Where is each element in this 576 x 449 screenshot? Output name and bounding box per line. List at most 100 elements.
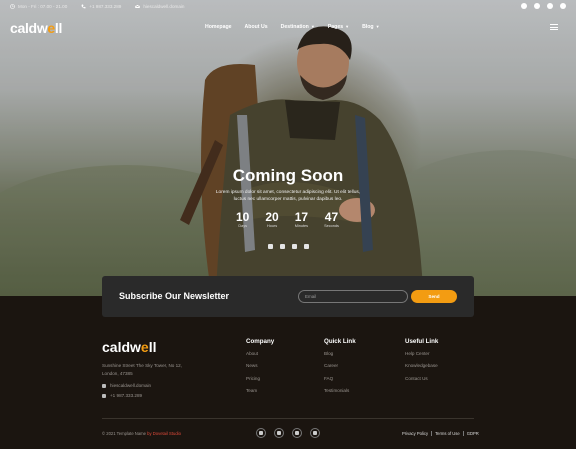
countdown-timer: 10 Days 20 Hours 17 Minutes 47 Seconds [236, 210, 339, 229]
nav-label: Pages [327, 24, 344, 30]
newsletter-send-button[interactable]: Send [411, 290, 457, 303]
chevron-down-icon: ▼ [310, 24, 315, 29]
footer-col-useful-link: Useful Link Help Center Knowledgebase Co… [405, 338, 438, 388]
logo-text-accent: e [47, 20, 55, 36]
hero-background [0, 0, 576, 296]
mail-icon [135, 4, 141, 8]
hours-text: Mon - Fri : 07.00 - 21.00 [18, 3, 68, 9]
footer-phone-text: +1 987.333.289 [110, 393, 143, 398]
newsletter-email-input[interactable] [298, 290, 408, 303]
newsletter-box: Subscribe Our Newsletter Send [102, 276, 474, 317]
footer-link[interactable]: Testimonials [324, 388, 356, 393]
twitter-icon[interactable] [534, 3, 540, 9]
site-logo[interactable]: caldwell [10, 20, 62, 36]
countdown-label: Hours [266, 224, 278, 228]
footer-divider [102, 418, 474, 419]
youtube-icon[interactable] [280, 244, 285, 249]
footer-phone[interactable]: +1 987.333.289 [102, 393, 142, 398]
main-nav: caldwell Homepage About Us Destination ▼ … [0, 14, 576, 42]
footer-col-title: Company [246, 338, 275, 345]
twitter-icon[interactable] [274, 428, 284, 438]
copyright-text: © 2021 Template Name [102, 431, 146, 436]
clock-icon [10, 3, 15, 9]
footer-link[interactable]: FAQ [324, 376, 356, 381]
nav-item-about[interactable]: About Us [245, 24, 268, 30]
copyright-brand-link[interactable]: by Dovetail Studio [147, 431, 181, 436]
gdpr-link[interactable]: GDPR [464, 431, 482, 436]
terms-of-use-link[interactable]: Terms of Use [432, 431, 464, 436]
youtube-icon[interactable] [292, 428, 302, 438]
twitter-icon[interactable] [304, 244, 309, 249]
footer-email-text: hiescaldwell.domain [110, 383, 152, 388]
countdown-value: 17 [294, 210, 309, 224]
chevron-down-icon: ▼ [375, 24, 380, 29]
linkedin-icon[interactable] [310, 428, 320, 438]
footer-link[interactable]: Help Center [405, 351, 438, 356]
legal-links: Privacy Policy Terms of Use GDPR [402, 431, 482, 436]
nav-label: Blog [362, 24, 374, 30]
nav-item-blog[interactable]: Blog ▼ [362, 24, 380, 30]
footer-col-title: Useful Link [405, 338, 439, 345]
logo-text-post: ll [148, 339, 157, 355]
youtube-icon[interactable] [560, 3, 566, 9]
privacy-policy-link[interactable]: Privacy Policy [402, 431, 433, 436]
chevron-down-icon: ▼ [345, 24, 350, 29]
nav-item-destination[interactable]: Destination ▼ [281, 24, 315, 30]
hamburger-menu-icon[interactable] [550, 24, 558, 30]
footer-link[interactable]: Career [324, 363, 356, 368]
hero-description: Lorem ipsum dolor sit amet, consectetur … [215, 190, 361, 202]
footer-address: Sunshine Street The Sky Tower, No 12, Lo… [102, 363, 183, 376]
logo-text-post: ll [54, 20, 63, 36]
footer-link[interactable]: Team [246, 388, 274, 393]
footer-logo[interactable]: caldwell [102, 339, 156, 355]
phone-icon [81, 4, 86, 8]
footer-col-title: Quick Link [324, 338, 356, 345]
facebook-icon[interactable] [268, 244, 273, 249]
nav-label: Destination [280, 24, 309, 30]
linkedin-icon[interactable] [292, 244, 297, 249]
phone-info[interactable]: +1 987.333.289 [81, 4, 121, 9]
footer-email[interactable]: hiescaldwell.domain [102, 383, 151, 388]
countdown-value: 20 [265, 210, 279, 224]
email-text: hiescaldwell.domain [143, 3, 185, 9]
mail-icon [102, 383, 106, 388]
footer-link[interactable]: Blog [324, 351, 356, 356]
countdown-days: 10 Days [236, 210, 250, 229]
logo-text-accent: e [140, 339, 149, 355]
nav-item-pages[interactable]: Pages ▼ [328, 24, 349, 30]
hours-info: Mon - Fri : 07.00 - 21.00 [10, 4, 67, 9]
footer-link[interactable]: Knowledgebase [405, 363, 438, 368]
email-info[interactable]: hiescaldwell.domain [135, 4, 184, 9]
nav-label: About Us [244, 24, 268, 30]
top-bar: Mon - Fri : 07.00 - 21.00 +1 987.333.289… [0, 0, 576, 12]
hero-socials [268, 244, 309, 249]
footer-col-company: Company About News Pricing Team [246, 338, 274, 400]
hero-title: Coming Soon [232, 166, 344, 185]
logo-text-pre: caldw [10, 20, 48, 36]
topbar-socials [521, 3, 566, 9]
instagram-icon[interactable] [547, 3, 553, 9]
copyright: © 2021 Template Name by Dovetail Studio [102, 431, 181, 436]
nav-label: Homepage [205, 24, 232, 30]
footer-link[interactable]: Pricing [246, 376, 274, 381]
hero-overlay [0, 0, 576, 296]
facebook-icon[interactable] [256, 428, 266, 438]
footer-link[interactable]: News [246, 363, 274, 368]
countdown-value: 10 [236, 210, 250, 224]
nav-item-homepage[interactable]: Homepage [205, 24, 232, 30]
countdown-label: Days [238, 224, 247, 228]
nav-menu: Homepage About Us Destination ▼ Pages ▼ Bl… [205, 24, 380, 30]
footer-socials [256, 428, 320, 438]
newsletter-title: Subscribe Our Newsletter [119, 291, 230, 301]
logo-text-pre: caldw [102, 339, 141, 355]
countdown-value: 47 [324, 210, 339, 224]
countdown-seconds: 47 Seconds [324, 210, 339, 229]
footer-link[interactable]: About [246, 351, 274, 356]
phone-icon [102, 393, 106, 398]
footer-link[interactable]: Contact Us [405, 376, 438, 381]
facebook-icon[interactable] [521, 3, 527, 9]
countdown-hours: 20 Hours [265, 210, 279, 229]
footer-col-quick-link: Quick Link Blog Career FAQ Testimonials [324, 338, 356, 400]
phone-text: +1 987.333.289 [89, 3, 122, 9]
countdown-minutes: 17 Minutes [294, 210, 309, 229]
